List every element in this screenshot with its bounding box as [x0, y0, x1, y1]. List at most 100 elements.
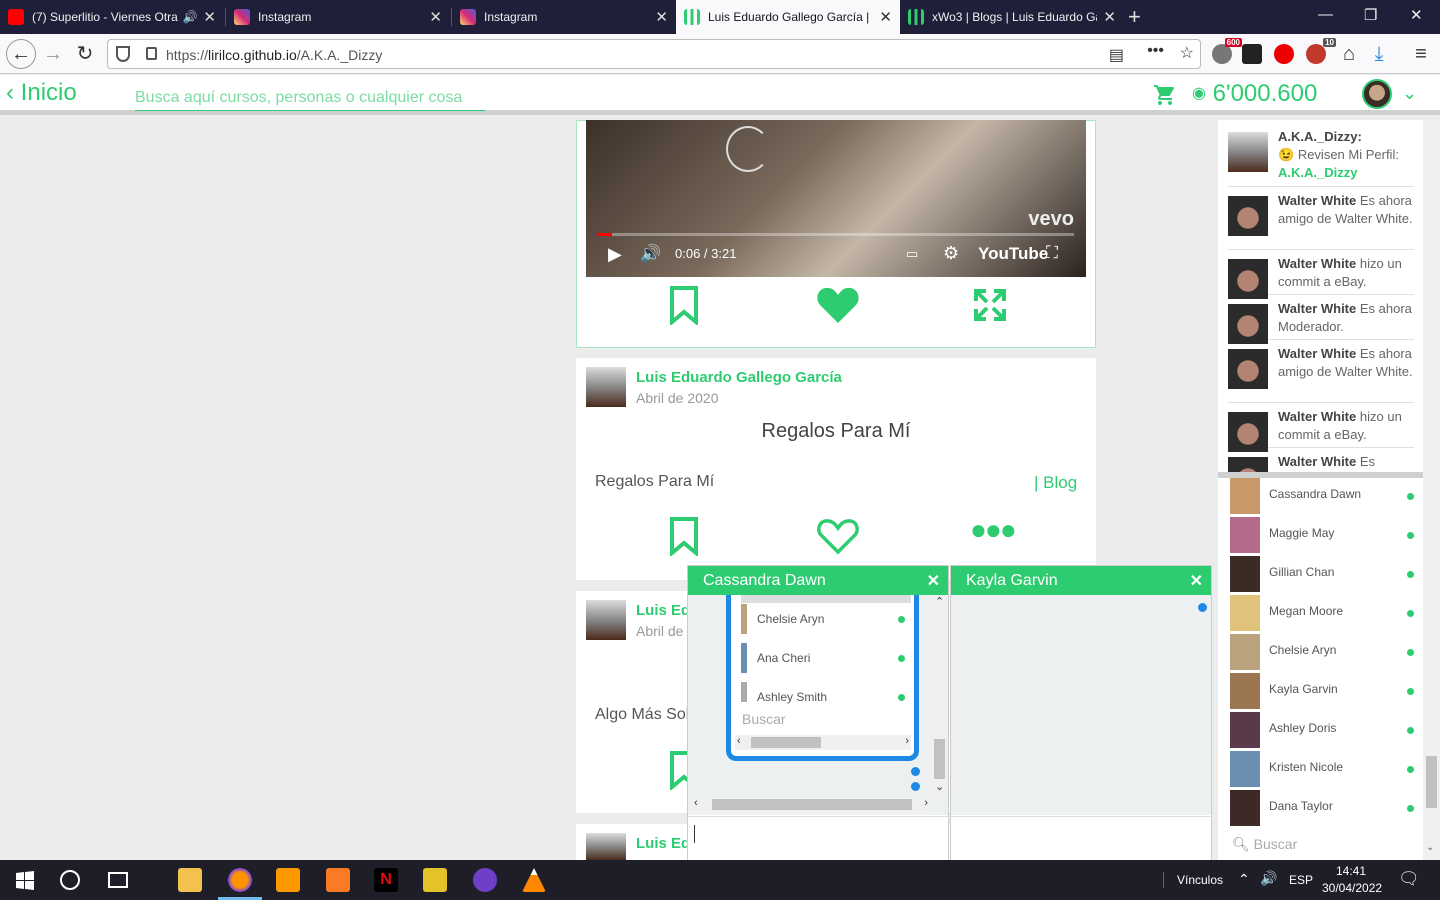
firefox-icon[interactable] [228, 868, 252, 892]
show-hidden-icons-icon[interactable]: ⌃ [1238, 871, 1250, 888]
more-actions-icon[interactable]: ••• [1147, 42, 1164, 60]
app-icon[interactable] [423, 868, 447, 892]
input-language[interactable]: ESP [1289, 873, 1313, 887]
clock-date[interactable]: 30/04/2022 [1322, 881, 1382, 895]
menu-icon[interactable]: ≡ [1408, 41, 1434, 67]
clock-time[interactable]: 14:41 [1336, 864, 1366, 878]
post-author-link[interactable]: Luis Ed [636, 835, 690, 852]
cart-icon[interactable] [1152, 83, 1178, 107]
friend-item[interactable]: Kayla Garvin [1230, 673, 1420, 709]
heart-outline-icon[interactable] [816, 516, 860, 556]
sublime-text-icon[interactable] [276, 868, 300, 892]
url-bar[interactable]: https://lirilco.github.io/A.K.A._Dizzy ▤… [107, 39, 1201, 69]
scroll-up-icon[interactable]: ⌃ [935, 595, 944, 608]
post-author-link[interactable]: Luis Eduardo Gallego García [636, 369, 842, 386]
embedded-search-placeholder[interactable]: Buscar [742, 711, 786, 727]
volume-icon[interactable]: 🔊 [1260, 870, 1277, 887]
speaker-icon[interactable]: 🔊 [182, 10, 197, 24]
close-tab-icon[interactable]: ✕ [203, 8, 216, 26]
fullscreen-icon[interactable]: ⛶ [1046, 243, 1058, 263]
task-view-icon[interactable] [108, 872, 128, 888]
friend-search[interactable]: 🔍︎ Buscar [1232, 836, 1297, 853]
new-tab-button[interactable]: + [1128, 4, 1141, 30]
chat-header[interactable]: Cassandra Dawn ✕ [688, 566, 948, 595]
extension-icon[interactable] [1242, 44, 1262, 64]
friend-item[interactable]: Gillian Chan [1230, 556, 1420, 592]
back-to-home-link[interactable]: ‹ Inicio [6, 79, 77, 107]
more-options-icon[interactable]: ●●● [970, 514, 1017, 546]
scrollbar-thumb[interactable] [751, 737, 821, 748]
scroll-left-icon[interactable]: ‹ [694, 797, 698, 809]
expand-icon[interactable] [974, 285, 1006, 325]
scroll-right-icon[interactable]: › [905, 735, 909, 747]
activity-item[interactable]: Walter White Es ahora Moderador. [1228, 300, 1414, 344]
video-progress-bar[interactable] [598, 233, 1074, 236]
page-scrollbar[interactable]: ⌄ [1423, 120, 1440, 860]
activity-item[interactable]: Walter White Es [1228, 453, 1414, 472]
extension-icon[interactable]: 600 [1212, 38, 1242, 64]
bookmark-icon[interactable] [666, 516, 702, 556]
chat-message-input[interactable] [688, 816, 948, 861]
friend-item[interactable]: Megan Moore [1230, 595, 1420, 631]
close-window-button[interactable]: ✕ [1410, 6, 1423, 24]
home-icon[interactable]: ⌂ [1336, 41, 1362, 67]
notifications-icon[interactable]: 🗨 [1398, 869, 1420, 889]
back-arrow-icon[interactable]: ← [6, 39, 36, 69]
scroll-left-icon[interactable]: ‹ [737, 735, 741, 747]
site-search-input[interactable] [135, 89, 485, 111]
links-toolbar-label[interactable]: Vínculos [1177, 873, 1223, 887]
chat-hscroll[interactable]: ‹ › [688, 797, 932, 812]
subtitles-icon[interactable]: ▭ [906, 246, 918, 262]
list-item[interactable]: Ashley Smith [741, 682, 911, 704]
activity-item[interactable]: Walter White Es ahora amigo de Walter Wh… [1228, 345, 1414, 403]
restore-button[interactable]: ❐ [1364, 6, 1377, 24]
chat-vscroll[interactable]: ⌃ ⌄ [932, 595, 947, 797]
netflix-icon[interactable]: N [374, 868, 398, 892]
opera-icon[interactable] [1274, 44, 1294, 64]
forward-arrow-icon[interactable]: → [40, 41, 66, 67]
close-tab-icon[interactable]: ✕ [655, 8, 668, 26]
friend-item[interactable]: Chelsie Aryn [1230, 634, 1420, 670]
tab-instagram-2[interactable]: Instagram ✕ [452, 0, 676, 34]
volume-icon[interactable]: 🔊 [640, 244, 661, 264]
tab-blogs[interactable]: xWo3 | Blogs | Luis Eduardo Gal ✕ [900, 0, 1124, 34]
search-circle-icon[interactable] [60, 870, 80, 890]
adblock-icon[interactable]: 10 [1306, 38, 1336, 64]
vlc-icon[interactable] [522, 868, 546, 892]
youtube-player[interactable]: vevo ▶ 🔊 0:06 / 3:21 ▭ ⚙ YouTube ⛶ [586, 120, 1086, 277]
chat-message-input[interactable] [951, 816, 1211, 861]
activity-item[interactable]: Walter White Es ahora amigo de Walter Wh… [1228, 192, 1414, 250]
author-avatar[interactable] [586, 367, 626, 407]
bookmark-icon[interactable] [666, 285, 702, 325]
scroll-down-icon[interactable]: ⌄ [935, 780, 944, 793]
tab-profile-active[interactable]: Luis Eduardo Gallego García | lir ✕ [676, 0, 900, 34]
chat-header[interactable]: Kayla Garvin ✕ [951, 566, 1211, 595]
close-tab-icon[interactable]: ✕ [1103, 8, 1116, 26]
heart-filled-icon[interactable] [816, 285, 860, 325]
friend-item[interactable]: Kristen Nicole [1230, 751, 1420, 787]
github-icon[interactable] [473, 868, 497, 892]
post-author-link[interactable]: Luis Ed [636, 602, 690, 619]
close-chat-icon[interactable]: ✕ [1190, 571, 1203, 591]
xampp-icon[interactable] [326, 868, 350, 892]
scroll-right-icon[interactable]: › [924, 797, 928, 809]
close-chat-icon[interactable]: ✕ [927, 571, 940, 591]
reload-icon[interactable]: ↻ [72, 41, 98, 67]
chevron-down-icon[interactable]: ⌄ [1402, 83, 1417, 104]
scrollbar-thumb[interactable] [934, 739, 945, 779]
scroll-down-icon[interactable]: ⌄ [1426, 842, 1434, 853]
play-icon[interactable]: ▶ [608, 244, 622, 265]
tab-youtube[interactable]: (7) Superlitio - Viernes Otra 🔊 ✕ [0, 0, 224, 34]
profile-link[interactable]: A.K.A._Dizzy [1278, 165, 1357, 180]
avatar[interactable] [1362, 79, 1392, 109]
file-explorer-icon[interactable] [178, 868, 202, 892]
post-category-link[interactable]: | Blog [1034, 473, 1077, 493]
author-avatar[interactable] [586, 833, 626, 860]
author-avatar[interactable] [586, 600, 626, 640]
embedded-hscroll[interactable]: ‹ › [735, 735, 911, 750]
friend-item[interactable]: Cassandra Dawn [1230, 478, 1420, 514]
scrollbar-thumb[interactable] [1426, 756, 1437, 808]
activity-item[interactable]: A.K.A._Dizzy: 😉 Revisen Mi Perfil: A.K.A… [1228, 128, 1414, 187]
list-item[interactable]: Chelsie Aryn [741, 604, 911, 634]
list-item[interactable]: Ana Cheri [741, 643, 911, 673]
